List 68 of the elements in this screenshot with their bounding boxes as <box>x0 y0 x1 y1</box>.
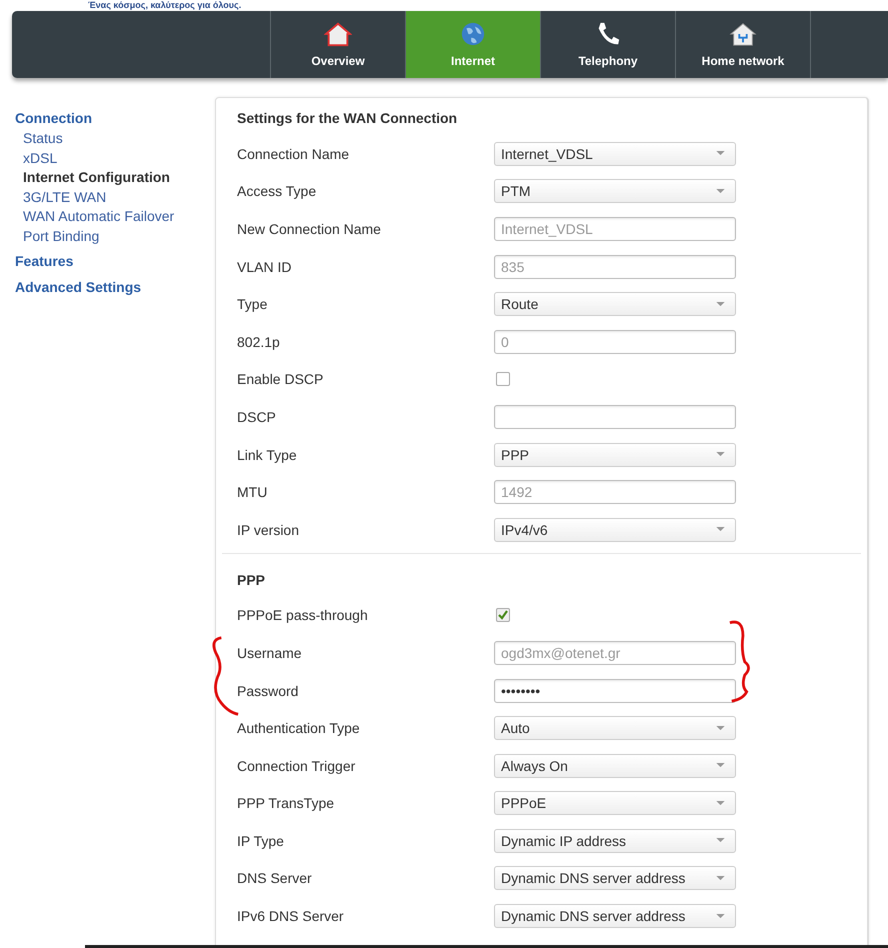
caret-icon <box>716 726 725 731</box>
sidebar-item[interactable]: Status <box>15 129 215 148</box>
input-field[interactable]: 1492 <box>494 480 736 504</box>
input-field[interactable] <box>494 404 736 429</box>
caret-icon <box>716 302 725 307</box>
field-label: PPP TransType <box>237 795 336 812</box>
input-field[interactable]: Internet_VDSL <box>494 216 736 241</box>
sidebar-section[interactable]: Connection <box>15 109 215 128</box>
caret-icon <box>716 527 725 532</box>
house-network-icon <box>729 21 757 47</box>
caret-icon <box>716 914 725 919</box>
checkbox[interactable] <box>496 608 510 622</box>
globe-icon <box>459 21 487 47</box>
input-field[interactable]: 835 <box>494 254 736 279</box>
dropdown[interactable]: IPv4/v6 <box>494 518 736 542</box>
field-label: DNS Server <box>237 870 313 886</box>
house-icon <box>324 21 352 47</box>
section-title: Settings for the WAN Connection <box>237 110 458 127</box>
tagline: Ένας κόσμος, καλύτερος για όλους. <box>88 0 242 11</box>
field-label: DSCP <box>237 408 277 425</box>
dropdown[interactable]: Dynamic DNS server address <box>494 904 736 928</box>
dropdown[interactable]: Dynamic IP address <box>494 828 736 853</box>
nav-tab[interactable]: Home network <box>675 11 810 78</box>
field-label: Password <box>237 682 300 699</box>
field-label: 802.1p <box>237 334 281 350</box>
field-label: Enable DSCP <box>237 371 324 388</box>
checkbox[interactable] <box>496 372 510 386</box>
field-label: IP version <box>237 522 300 538</box>
sidebar-item[interactable]: Internet Configuration <box>15 168 215 188</box>
sidebar-item[interactable]: xDSL <box>15 148 215 168</box>
section-title: PPP <box>237 572 266 589</box>
field-label: Type <box>237 296 268 312</box>
field-label: New Connection Name <box>237 220 382 237</box>
caret-icon <box>716 763 725 768</box>
field-label: IP Type <box>237 832 285 849</box>
field-label: Authentication Type <box>237 720 361 736</box>
input-field[interactable]: ogd3mx@otenet.gr <box>494 640 736 665</box>
dropdown[interactable]: Route <box>494 292 736 316</box>
sidebar-item[interactable]: WAN Automatic Failover <box>15 207 215 226</box>
field-label: Username <box>237 644 303 661</box>
sidebar-item[interactable]: Port Binding <box>15 226 215 246</box>
dropdown[interactable]: Internet_VDSL <box>494 142 736 166</box>
caret-icon <box>716 838 725 844</box>
field-label: PPPoE pass-through <box>237 607 369 624</box>
dropdown[interactable]: Auto <box>494 716 736 740</box>
field-label: IPv6 DNS Server <box>237 908 345 924</box>
sidebar-item[interactable]: 3G/LTE WAN <box>15 188 215 207</box>
sidebar-section[interactable]: Features <box>15 252 215 271</box>
field-label: Access Type <box>237 183 318 200</box>
sidebar-section[interactable]: Advanced Settings <box>15 278 215 297</box>
input-field[interactable]: •••••••• <box>494 678 736 703</box>
field-label: MTU <box>237 484 268 500</box>
caret-icon <box>716 188 725 194</box>
field-label: VLAN ID <box>237 258 292 275</box>
caret-icon <box>716 151 725 156</box>
dropdown[interactable]: PPP <box>494 442 736 467</box>
field-label: Link Type <box>237 446 298 463</box>
dropdown[interactable]: Dynamic DNS server address <box>494 866 736 890</box>
nav-tab[interactable]: Telephony <box>540 11 675 78</box>
caret-icon <box>716 800 725 806</box>
caret-icon <box>716 452 725 458</box>
dropdown[interactable]: PPPoE <box>494 791 736 816</box>
dropdown[interactable]: PTM <box>494 179 736 204</box>
input-field[interactable]: 0 <box>494 330 736 354</box>
field-label: Connection Trigger <box>237 758 356 774</box>
field-label: Connection Name <box>237 146 350 162</box>
caret-icon <box>716 876 725 881</box>
dropdown[interactable]: Always On <box>494 754 736 778</box>
